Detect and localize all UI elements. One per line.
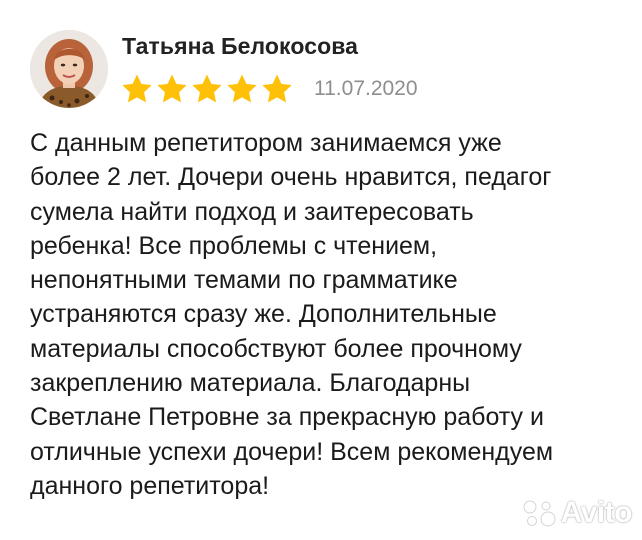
avito-logo-icon: [523, 500, 556, 527]
star-icon: [192, 74, 222, 103]
review-card: Татьяна Белокосова 11.07.2020 С данным р…: [0, 0, 642, 540]
star-icon: [262, 74, 292, 103]
star-icon: [157, 74, 187, 103]
star-rating: [120, 72, 294, 106]
avito-watermark: Avito: [519, 496, 633, 530]
star-icon: [227, 74, 257, 103]
avatar[interactable]: [30, 30, 108, 108]
author-name[interactable]: Татьяна Белокосова: [122, 33, 358, 60]
star-icon: [122, 74, 152, 103]
watermark-text: Avito: [560, 496, 633, 529]
review-date: 11.07.2020: [314, 77, 418, 100]
review-text: С данным репетитором занимаемся уже боле…: [30, 129, 554, 500]
avatar-photo-icon: [30, 30, 108, 108]
